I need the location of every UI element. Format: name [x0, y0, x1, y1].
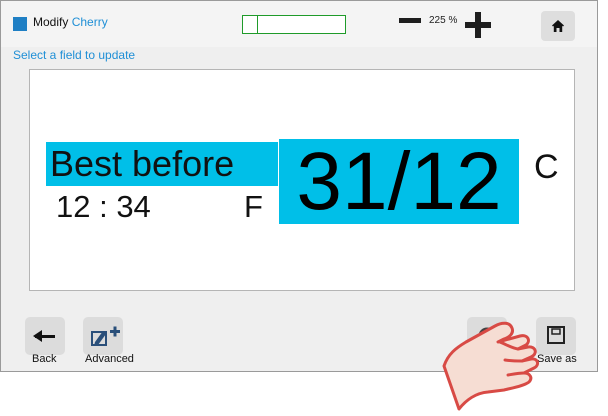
home-icon — [552, 20, 564, 32]
time-field[interactable]: 12 : 34 — [56, 190, 151, 224]
advanced-label: Advanced — [85, 353, 134, 365]
f-label-field[interactable]: F — [244, 190, 263, 224]
date-field[interactable]: 31/12 — [279, 139, 519, 225]
top-bar: Modify Cherry 225 % — [1, 1, 597, 47]
title-prefix: Modify — [33, 15, 69, 29]
device-screen: Modify Cherry 225 % Select a field to up… — [0, 0, 598, 372]
advanced-button[interactable] — [83, 317, 123, 355]
zoom-level: 225 % — [429, 15, 458, 26]
back-label: Back — [32, 353, 57, 365]
edit-plus-icon — [91, 326, 120, 346]
page-title: Modify Cherry — [33, 15, 108, 29]
zoom-out-button[interactable] — [399, 18, 421, 23]
back-button[interactable] — [25, 317, 65, 355]
pointing-hand-icon — [442, 321, 540, 411]
best-before-field[interactable]: Best before — [46, 142, 278, 186]
progress-fill — [243, 16, 259, 33]
home-button[interactable] — [541, 11, 575, 41]
brand-square-icon — [13, 17, 27, 31]
instruction-text: Select a field to update — [13, 48, 136, 62]
progress-bar — [242, 15, 346, 34]
zoom-in-button[interactable] — [465, 12, 491, 38]
title-product: Cherry — [71, 15, 108, 29]
c-label-field[interactable]: C — [534, 148, 559, 186]
arrow-left-head — [33, 330, 42, 342]
